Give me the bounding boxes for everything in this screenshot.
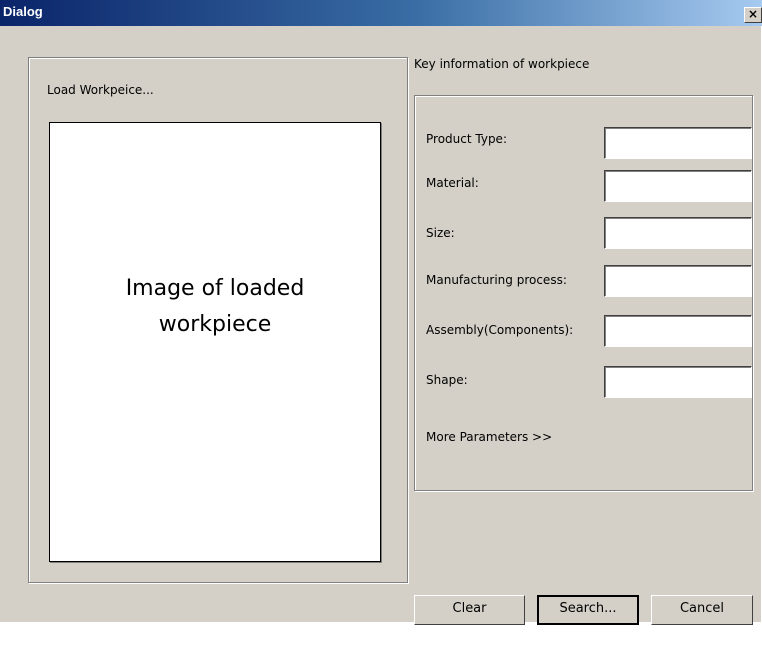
assembly-components-label: Assembly(Components): (426, 323, 574, 337)
workpiece-image-panel: Image of loaded workpiece (49, 122, 381, 562)
material-input[interactable] (604, 170, 752, 202)
key-information-title: Key information of workpiece (414, 57, 590, 71)
manufacturing-process-input[interactable] (604, 265, 752, 297)
clear-button[interactable]: Clear (414, 595, 525, 625)
size-label: Size: (426, 226, 455, 240)
assembly-components-input[interactable] (604, 315, 752, 347)
search-button[interactable]: Search... (537, 595, 639, 625)
product-type-label: Product Type: (426, 132, 507, 146)
close-icon: × (747, 7, 759, 21)
shape-label: Shape: (426, 373, 468, 387)
size-input[interactable] (604, 217, 752, 249)
shape-input[interactable] (604, 366, 752, 398)
load-workpiece-label[interactable]: Load Workpeice... (47, 83, 154, 97)
material-label: Material: (426, 176, 479, 190)
product-type-input[interactable] (604, 127, 752, 159)
more-parameters-link[interactable]: More Parameters >> (426, 430, 552, 444)
image-text-line2: workpiece (158, 312, 272, 337)
dialog-window: Dialog × Load Workpeice... Image of load… (0, 0, 762, 625)
cancel-button[interactable]: Cancel (651, 595, 753, 625)
close-button[interactable]: × (744, 7, 762, 23)
image-placeholder-text: Image of loaded workpiece (50, 271, 380, 343)
manufacturing-process-label: Manufacturing process: (426, 273, 567, 287)
image-text-line1: Image of loaded (125, 276, 305, 301)
title-bar[interactable]: Dialog × (0, 0, 762, 26)
window-title: Dialog (3, 4, 43, 19)
